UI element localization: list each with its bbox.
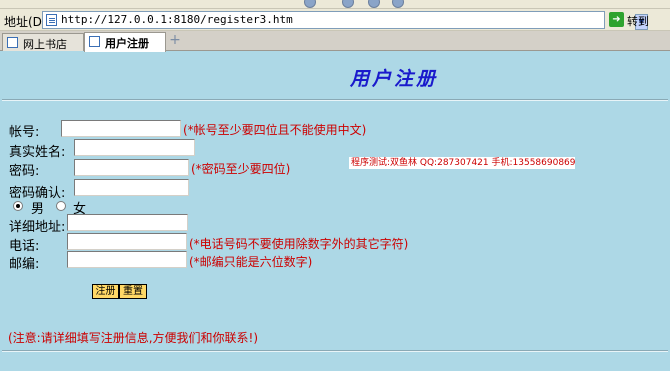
zipcode-input[interactable] (67, 251, 187, 268)
phone-label: 电话: (9, 239, 40, 254)
tab-label: 用户注册 (105, 37, 149, 50)
browser-toolbar (0, 0, 670, 9)
divider (2, 99, 668, 101)
tab-register[interactable]: 用户注册 (84, 32, 166, 52)
tester-credit: 程序测试:双鱼林 QQ:287307421 手机:13558690869 (349, 157, 575, 169)
page-icon (46, 14, 57, 26)
address-url[interactable]: http://127.0.0.1:8180/register3.htm (61, 13, 293, 26)
gender-male-radio[interactable] (13, 201, 23, 211)
notice-text: (注意:请详细填写注册信息,方便我们和你联系!) (8, 331, 259, 345)
tab-bar: 网上书店 用户注册 + (0, 31, 670, 52)
new-tab-icon[interactable]: + (169, 33, 181, 47)
tab-bookstore[interactable]: 网上书店 (2, 33, 84, 51)
phone-hint: (*电话号码不要使用除数字外的其它字符) (189, 237, 409, 251)
favorites-icon[interactable] (368, 0, 380, 8)
page-content: 用户注册 帐号: (*帐号至少要四位且不能使用中文) 真实姓名: 密码: (*密… (0, 52, 670, 371)
realname-label: 真实姓名: (9, 145, 66, 160)
password-label: 密码: (9, 164, 40, 179)
zipcode-hint: (*邮编只能是六位数字) (189, 255, 313, 269)
address-input[interactable]: http://127.0.0.1:8180/register3.htm ▼ (42, 11, 648, 30)
go-button[interactable]: ➜ 转到 (609, 11, 665, 29)
page-icon (89, 36, 100, 47)
phone-input[interactable] (67, 233, 187, 250)
history-icon[interactable] (392, 0, 404, 8)
tab-label: 网上书店 (23, 38, 67, 51)
gender-male-label: 男 (31, 202, 45, 217)
address-label: 地址(D) (4, 15, 47, 29)
password-input[interactable] (74, 159, 189, 176)
gender-female-radio[interactable] (56, 201, 66, 211)
password-confirm-input[interactable] (74, 179, 189, 196)
reset-button[interactable]: 重置 (119, 284, 147, 299)
account-hint: (*帐号至少要四位且不能使用中文) (183, 123, 367, 137)
submit-button[interactable]: 注册 (92, 284, 119, 299)
address-label: 详细地址: (9, 220, 66, 235)
password-hint: (*密码至少要四位) (191, 162, 291, 176)
go-label: 转到 (627, 15, 649, 28)
address-input[interactable] (67, 214, 188, 231)
home-icon[interactable] (342, 0, 354, 8)
address-bar: 地址(D) http://127.0.0.1:8180/register3.ht… (0, 9, 670, 31)
realname-input[interactable] (74, 139, 195, 156)
zipcode-label: 邮编: (9, 257, 40, 272)
page-title: 用户注册 (350, 68, 439, 90)
go-arrow-icon: ➜ (609, 12, 624, 27)
divider (2, 350, 668, 352)
refresh-icon[interactable] (304, 0, 316, 8)
account-label: 帐号: (9, 125, 40, 140)
account-input[interactable] (61, 120, 181, 137)
page-icon (7, 37, 18, 48)
